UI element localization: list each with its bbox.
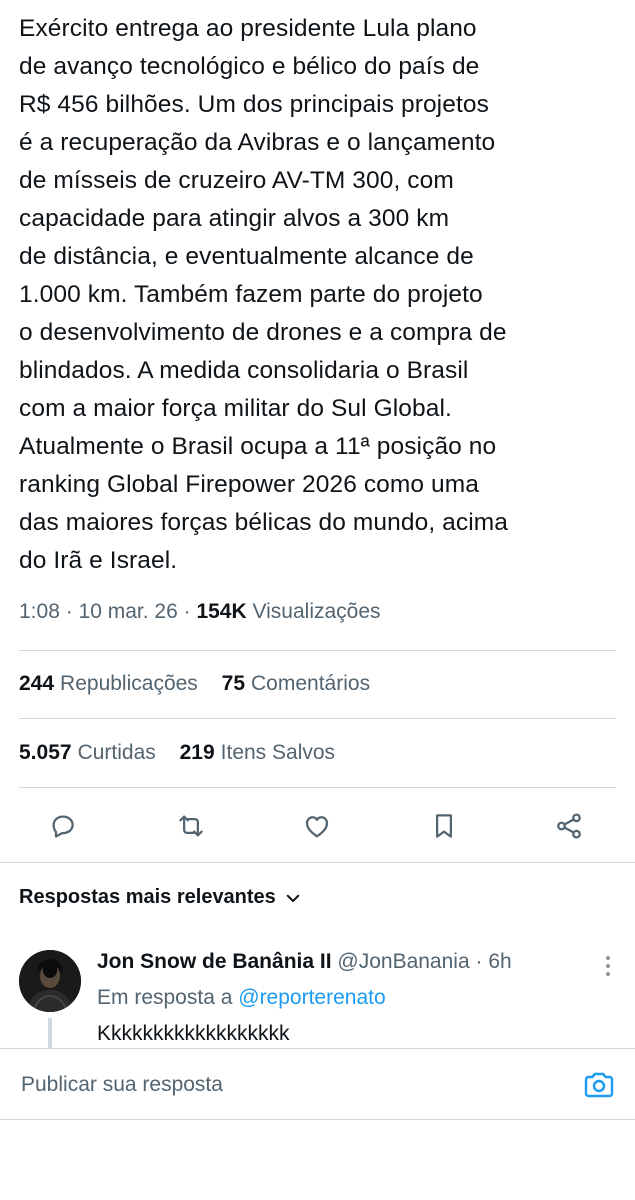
in-reply-prefix: Em resposta a [97,986,233,1009]
stats-row-likes: 5.057 Curtidas 219 Itens Salvos [19,741,353,765]
chevron-down-icon [286,894,300,902]
reply-icon [52,815,74,838]
tweet-time[interactable]: 1:08 [19,600,60,623]
meta-separator: · [183,600,197,623]
bookmarks-label: Itens Salvos [220,741,336,764]
divider [19,650,616,651]
thread-line [48,1018,52,1048]
bookmark-button[interactable] [426,808,462,844]
reply-author-name[interactable]: Jon Snow de Banânia II [97,950,332,973]
reply-composer [0,1048,635,1120]
action-bar [0,802,635,850]
divider [19,718,616,719]
stats-row-reposts: 244 Republicações 75 Comentários [19,672,388,696]
likes-stat[interactable]: 5.057 Curtidas [19,741,156,764]
divider [0,862,635,863]
reply-item[interactable]: Jon Snow de Banânia II @JonBanania · 6h … [0,940,635,1048]
camera-icon[interactable] [583,1071,615,1099]
share-button[interactable] [551,808,587,844]
replies-sort-label: Respostas mais relevantes [19,886,276,908]
repost-button[interactable] [173,808,209,844]
likes-count: 5.057 [19,741,72,764]
bookmarks-stat[interactable]: 219 Itens Salvos [180,741,335,764]
reply-author-handle[interactable]: @JonBanania [337,950,469,973]
divider [19,787,616,788]
reply-time[interactable]: 6h [488,950,511,973]
share-icon [557,813,581,839]
meta-separator: · [65,600,79,623]
repost-icon [179,815,203,837]
views-label: Visualizações [252,600,381,623]
comments-count: 75 [221,672,246,695]
reply-header: Jon Snow de Banânia II @JonBanania · 6h [97,950,512,974]
comments-stat[interactable]: 75 Comentários [222,672,370,695]
avatar-image [19,950,81,1012]
comments-label: Comentários [251,672,371,695]
likes-label: Curtidas [77,741,156,764]
reply-button[interactable] [45,808,81,844]
reply-text: Kkkkkkkkkkkkkkkkkk [97,1022,290,1045]
replies-sort-dropdown[interactable]: Respostas mais relevantes [19,886,302,909]
reposts-label: Republicações [60,672,198,695]
bookmarks-count: 219 [179,741,215,764]
bookmark-icon [436,814,452,838]
meta-separator: · [475,950,489,973]
like-icon [305,816,329,838]
reposts-stat[interactable]: 244 Republicações [19,672,198,695]
tweet-text: Exército entrega ao presidente Lula plan… [19,15,508,574]
in-reply-handle-link[interactable]: @reporterenato [238,986,385,1009]
more-options-icon[interactable] [603,954,613,978]
views-count: 154K [196,600,247,623]
like-button[interactable] [299,808,335,844]
reply-input[interactable] [19,1067,563,1103]
in-reply-to: Em resposta a @reporterenato [97,986,386,1010]
avatar[interactable] [19,950,81,1012]
tweet-date[interactable]: 10 mar. 26 [79,600,178,623]
reposts-count: 244 [19,672,55,695]
tweet-meta: 1:08 · 10 mar. 26 · 154K Visualizações [19,600,381,624]
